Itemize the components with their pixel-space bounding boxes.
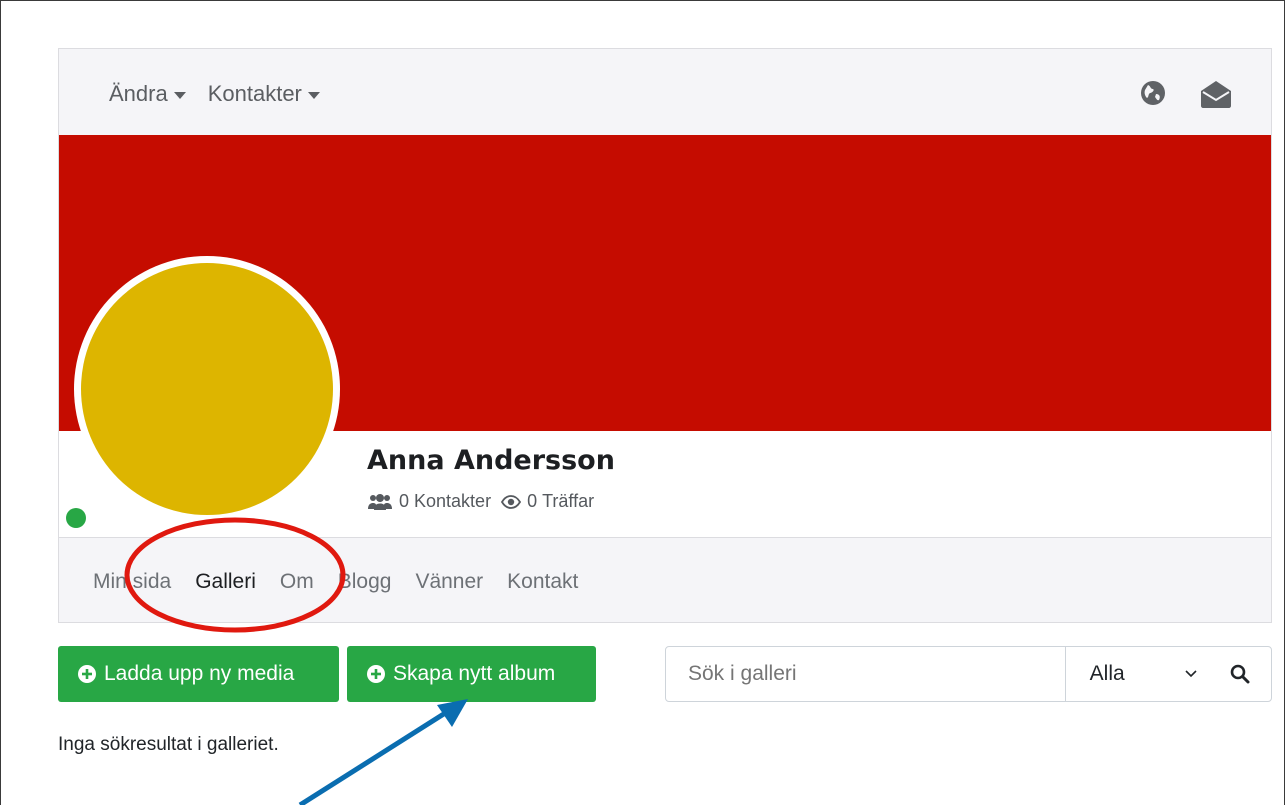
profile-stats: 0 Kontakter 0 Träffar [367, 491, 594, 512]
gallery-search: Alla [665, 646, 1272, 702]
plus-circle-icon [78, 665, 96, 683]
edit-dropdown-label: Ändra [109, 81, 168, 106]
upload-media-button[interactable]: Ladda upp ny media [58, 646, 339, 702]
search-button[interactable] [1209, 647, 1271, 701]
create-album-button[interactable]: Skapa nytt album [347, 646, 596, 702]
avatar[interactable] [74, 256, 340, 522]
top-menu: Ändra Kontakter [109, 81, 320, 107]
eye-icon [501, 494, 522, 509]
views-count: 0 [527, 491, 538, 511]
globe-icon[interactable] [1140, 80, 1166, 106]
filter-select[interactable]: Alla [1064, 647, 1210, 701]
tab-kontakt[interactable]: Kontakt [507, 570, 578, 594]
search-input[interactable] [666, 647, 1065, 701]
users-icon [368, 493, 392, 510]
plus-circle-icon [367, 665, 385, 683]
tab-galleri[interactable]: Galleri [195, 570, 256, 594]
profile-name: Anna Andersson [367, 445, 615, 476]
contacts-count: 0 [399, 491, 410, 511]
tab-om[interactable]: Om [280, 570, 314, 594]
chevron-down-icon [173, 91, 186, 99]
contacts-dropdown-label: Kontakter [207, 81, 302, 106]
envelope-icon[interactable] [1199, 79, 1233, 109]
profile-tabs: Min sida Galleri Om Blogg Vänner Kontakt [93, 570, 578, 594]
tab-min-sida[interactable]: Min sida [93, 570, 171, 594]
empty-gallery-message: Inga sökresultat i galleriet. [58, 734, 279, 755]
profile-subnav: Min sida Galleri Om Blogg Vänner Kontakt [59, 537, 1271, 622]
avatar-image [81, 263, 333, 515]
upload-media-label: Ladda upp ny media [104, 662, 295, 685]
filter-select-value: Alla [1089, 662, 1125, 685]
create-album-label: Skapa nytt album [393, 662, 556, 685]
chevron-down-icon [1185, 670, 1197, 678]
edit-dropdown[interactable]: Ändra [109, 81, 186, 107]
top-navbar: Ändra Kontakter [59, 49, 1271, 135]
tab-blogg[interactable]: Blogg [338, 570, 392, 594]
tab-vanner[interactable]: Vänner [415, 570, 483, 594]
search-icon [1230, 664, 1250, 684]
contacts-dropdown[interactable]: Kontakter [208, 81, 320, 107]
chevron-down-icon [307, 91, 320, 99]
online-status-dot [66, 508, 86, 528]
views-label: Träffar [542, 491, 595, 511]
contacts-label[interactable]: Kontakter [414, 491, 491, 512]
